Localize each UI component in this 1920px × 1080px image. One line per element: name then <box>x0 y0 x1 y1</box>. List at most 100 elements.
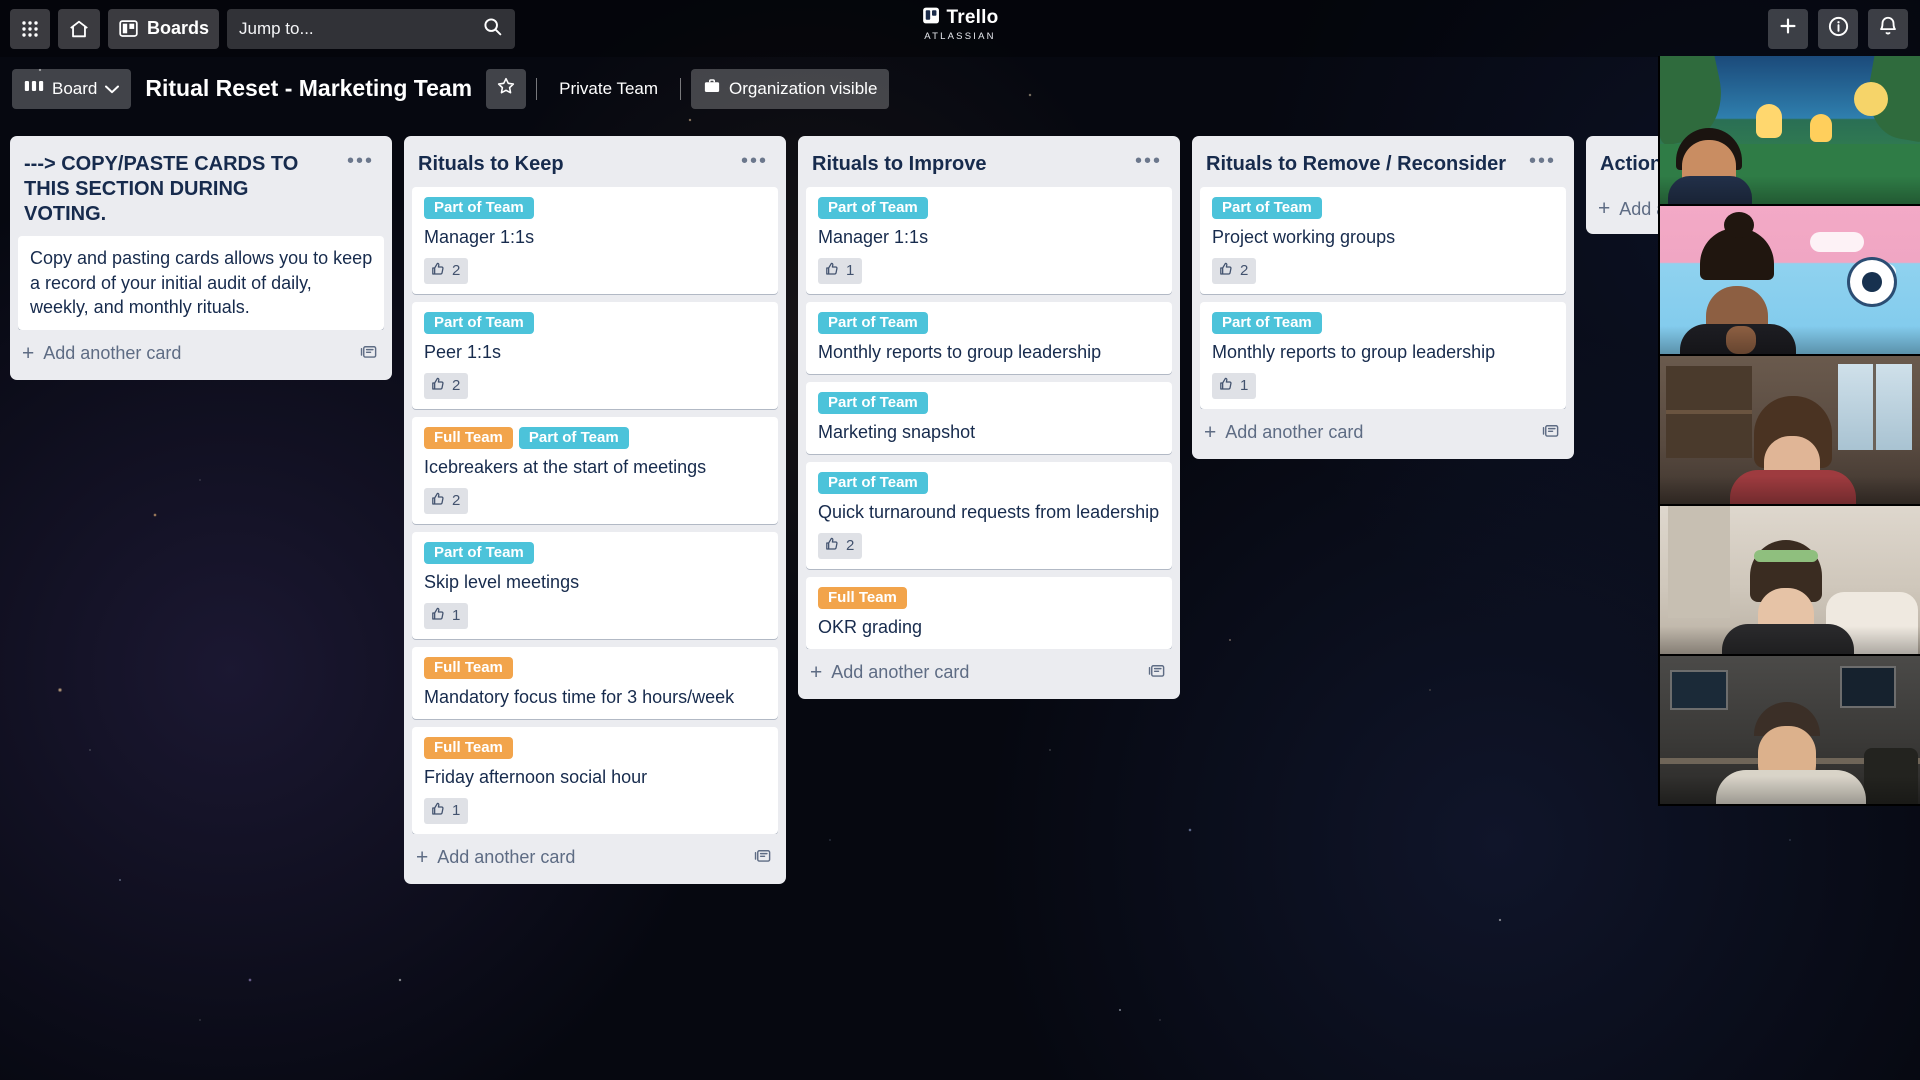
card[interactable]: Part of Team Peer 1:1s 2 <box>412 301 778 409</box>
vote-badge[interactable]: 1 <box>424 797 469 824</box>
label-chip[interactable]: Part of Team <box>424 196 534 219</box>
list-title[interactable]: Rituals to Remove / Reconsider <box>1206 152 1525 177</box>
search-placeholder: Jump to... <box>239 18 314 38</box>
label-chip[interactable]: Part of Team <box>424 541 534 564</box>
tile-shadow <box>1660 176 1920 204</box>
card[interactable]: Part of Team Skip level meetings 1 <box>412 531 778 639</box>
ellipsis-icon[interactable]: ••• <box>1525 151 1560 171</box>
video-tile-participant-5[interactable] <box>1660 656 1920 806</box>
list-title[interactable]: Rituals to Keep <box>418 152 737 177</box>
card-template-icon[interactable] <box>359 342 378 366</box>
vote-badge[interactable]: 1 <box>818 257 863 284</box>
label-chip[interactable]: Part of Team <box>1212 196 1322 219</box>
thumbs-up-icon <box>824 536 840 556</box>
card[interactable]: Part of Team Monthly reports to group le… <box>1200 301 1566 409</box>
star-icon <box>496 76 516 101</box>
vote-badge[interactable]: 2 <box>424 257 469 284</box>
card-labels: Part of Team <box>424 541 768 564</box>
plus-icon: + <box>1204 420 1217 444</box>
card-title: Monthly reports to group leadership <box>818 341 1102 362</box>
label-chip[interactable]: Part of Team <box>818 196 928 219</box>
card-title: Friday afternoon social hour <box>424 766 648 787</box>
briefcase-icon <box>703 77 721 100</box>
add-another-card-button[interactable]: + Add another card <box>10 330 392 380</box>
vote-badge[interactable]: 2 <box>424 372 469 399</box>
card-title: Marketing snapshot <box>818 421 976 442</box>
card-title: OKR grading <box>818 616 923 637</box>
card-title: Monthly reports to group leadership <box>1212 341 1496 362</box>
vote-badge[interactable]: 2 <box>424 487 469 514</box>
video-tile-participant-3[interactable] <box>1660 356 1920 506</box>
label-chip[interactable]: Full Team <box>424 426 513 449</box>
search-input[interactable]: Jump to... <box>227 8 516 49</box>
info-button[interactable] <box>1818 8 1858 49</box>
card-template-icon[interactable] <box>1541 421 1560 445</box>
label-chip[interactable]: Part of Team <box>818 471 928 494</box>
card[interactable]: Part of Team Manager 1:1s 2 <box>412 186 778 294</box>
video-tile-participant-4[interactable] <box>1660 506 1920 656</box>
list-rituals-to-improve: Rituals to Improve ••• Part of Team Mana… <box>798 136 1180 699</box>
thumbs-up-icon <box>824 261 840 281</box>
card-badges: 2 <box>424 487 768 514</box>
video-tile-participant-1[interactable] <box>1660 56 1920 206</box>
label-chip[interactable]: Part of Team <box>518 426 629 449</box>
ellipsis-icon[interactable]: ••• <box>737 151 772 171</box>
apps-grid-button[interactable] <box>10 8 50 49</box>
add-another-card-button[interactable]: + Add another card <box>404 834 786 884</box>
vote-badge[interactable]: 2 <box>1212 257 1257 284</box>
card-labels: Part of Team <box>818 471 1162 494</box>
home-button[interactable] <box>58 8 100 49</box>
card-template-icon[interactable] <box>753 846 772 870</box>
vote-badge[interactable]: 1 <box>424 602 469 629</box>
list-rituals-to-remove-reconsider: Rituals to Remove / Reconsider ••• Part … <box>1192 136 1574 459</box>
label-chip[interactable]: Part of Team <box>818 311 928 334</box>
background-monitor-1 <box>1670 670 1728 710</box>
add-another-card-button[interactable]: + Add another card <box>1192 409 1574 459</box>
label-chip[interactable]: Full Team <box>424 736 513 759</box>
card[interactable]: Full Team OKR grading <box>806 576 1172 649</box>
list-title[interactable]: ---> COPY/PASTE CARDS TO THIS SECTION DU… <box>24 152 343 226</box>
card[interactable]: Full Team Part of Team Icebreakers at th… <box>412 416 778 524</box>
card-title: Mandatory focus time for 3 hours/week <box>424 686 735 707</box>
card-template-icon[interactable] <box>1147 661 1166 685</box>
card-labels: Part of Team <box>818 196 1162 219</box>
card-title: Icebreakers at the start of meetings <box>424 456 707 477</box>
board-view-switcher[interactable]: Board <box>12 68 132 109</box>
label-chip[interactable]: Part of Team <box>1212 311 1322 334</box>
label-chip[interactable]: Full Team <box>818 586 907 609</box>
card[interactable]: Copy and pasting cards allows you to kee… <box>18 236 384 330</box>
ellipsis-icon[interactable]: ••• <box>343 151 378 171</box>
card[interactable]: Part of Team Manager 1:1s 1 <box>806 186 1172 294</box>
video-tile-participant-2[interactable] <box>1660 206 1920 356</box>
card[interactable]: Full Team Mandatory focus time for 3 hou… <box>412 646 778 719</box>
boards-button[interactable]: Boards <box>108 8 220 49</box>
add-card-label: Add another card <box>831 662 970 683</box>
vote-badge[interactable]: 1 <box>1212 372 1257 399</box>
decorative-lightbulb-1 <box>1756 104 1782 138</box>
board-view-label: Board <box>52 78 98 98</box>
label-chip[interactable]: Full Team <box>424 656 513 679</box>
info-icon <box>1827 15 1850 43</box>
label-chip[interactable]: Part of Team <box>424 311 534 334</box>
vote-badge[interactable]: 2 <box>818 532 863 559</box>
team-name[interactable]: Private Team <box>547 69 670 109</box>
notifications-button[interactable] <box>1868 8 1908 49</box>
card-badges: 2 <box>424 372 768 399</box>
tile-shadow <box>1660 326 1920 354</box>
card[interactable]: Part of Team Quick turnaround requests f… <box>806 461 1172 569</box>
board-visibility-button[interactable]: Organization visible <box>691 68 890 109</box>
card[interactable]: Full Team Friday afternoon social hour 1 <box>412 726 778 834</box>
grid-apps-icon <box>20 19 40 39</box>
label-chip[interactable]: Part of Team <box>818 391 928 414</box>
card[interactable]: Part of Team Monthly reports to group le… <box>806 301 1172 374</box>
add-button[interactable] <box>1768 8 1808 49</box>
card[interactable]: Part of Team Marketing snapshot <box>806 381 1172 454</box>
thumbs-up-icon <box>430 261 446 281</box>
page-title[interactable]: Ritual Reset - Marketing Team <box>131 75 486 102</box>
card[interactable]: Part of Team Project working groups 2 <box>1200 186 1566 294</box>
add-another-card-button[interactable]: + Add another card <box>798 649 1180 699</box>
vote-count: 1 <box>846 262 855 280</box>
ellipsis-icon[interactable]: ••• <box>1131 151 1166 171</box>
star-board-button[interactable] <box>486 68 527 109</box>
list-title[interactable]: Rituals to Improve <box>812 152 1131 177</box>
